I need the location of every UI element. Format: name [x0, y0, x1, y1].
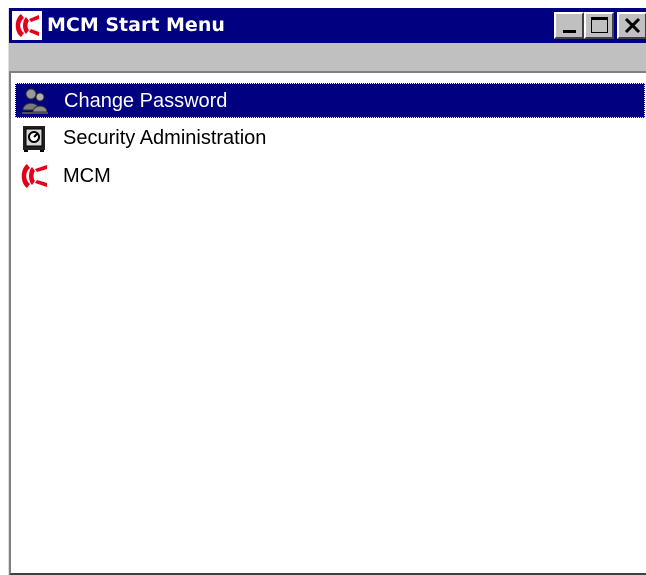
mcm-start-menu-window: MCM Start Menu Change Password Security …: [8, 8, 646, 575]
list-item-label: MCM: [63, 165, 111, 187]
users-keys-icon: [22, 88, 48, 114]
list-item-label: Change Password: [64, 90, 228, 112]
list-item-mcm[interactable]: MCM: [15, 159, 645, 194]
maximize-icon: [591, 17, 608, 33]
maximize-button[interactable]: [584, 12, 614, 39]
list-item-security-administration[interactable]: Security Administration: [15, 121, 645, 156]
start-menu-list[interactable]: Change Password Security Administration …: [9, 71, 646, 575]
close-button[interactable]: [617, 12, 646, 39]
close-icon: [624, 17, 641, 34]
window-controls: [554, 12, 646, 39]
safe-icon: [23, 126, 45, 152]
window-title: MCM Start Menu: [47, 14, 225, 36]
minimize-icon: [563, 30, 576, 33]
title-bar[interactable]: MCM Start Menu: [9, 8, 646, 43]
list-item-change-password[interactable]: Change Password: [15, 83, 645, 118]
minimize-button[interactable]: [554, 12, 584, 39]
menu-strip: [9, 43, 646, 69]
list-item-label: Security Administration: [63, 127, 267, 149]
mcm-logo-icon[interactable]: [12, 11, 42, 40]
mcm-logo-icon: [21, 164, 47, 188]
